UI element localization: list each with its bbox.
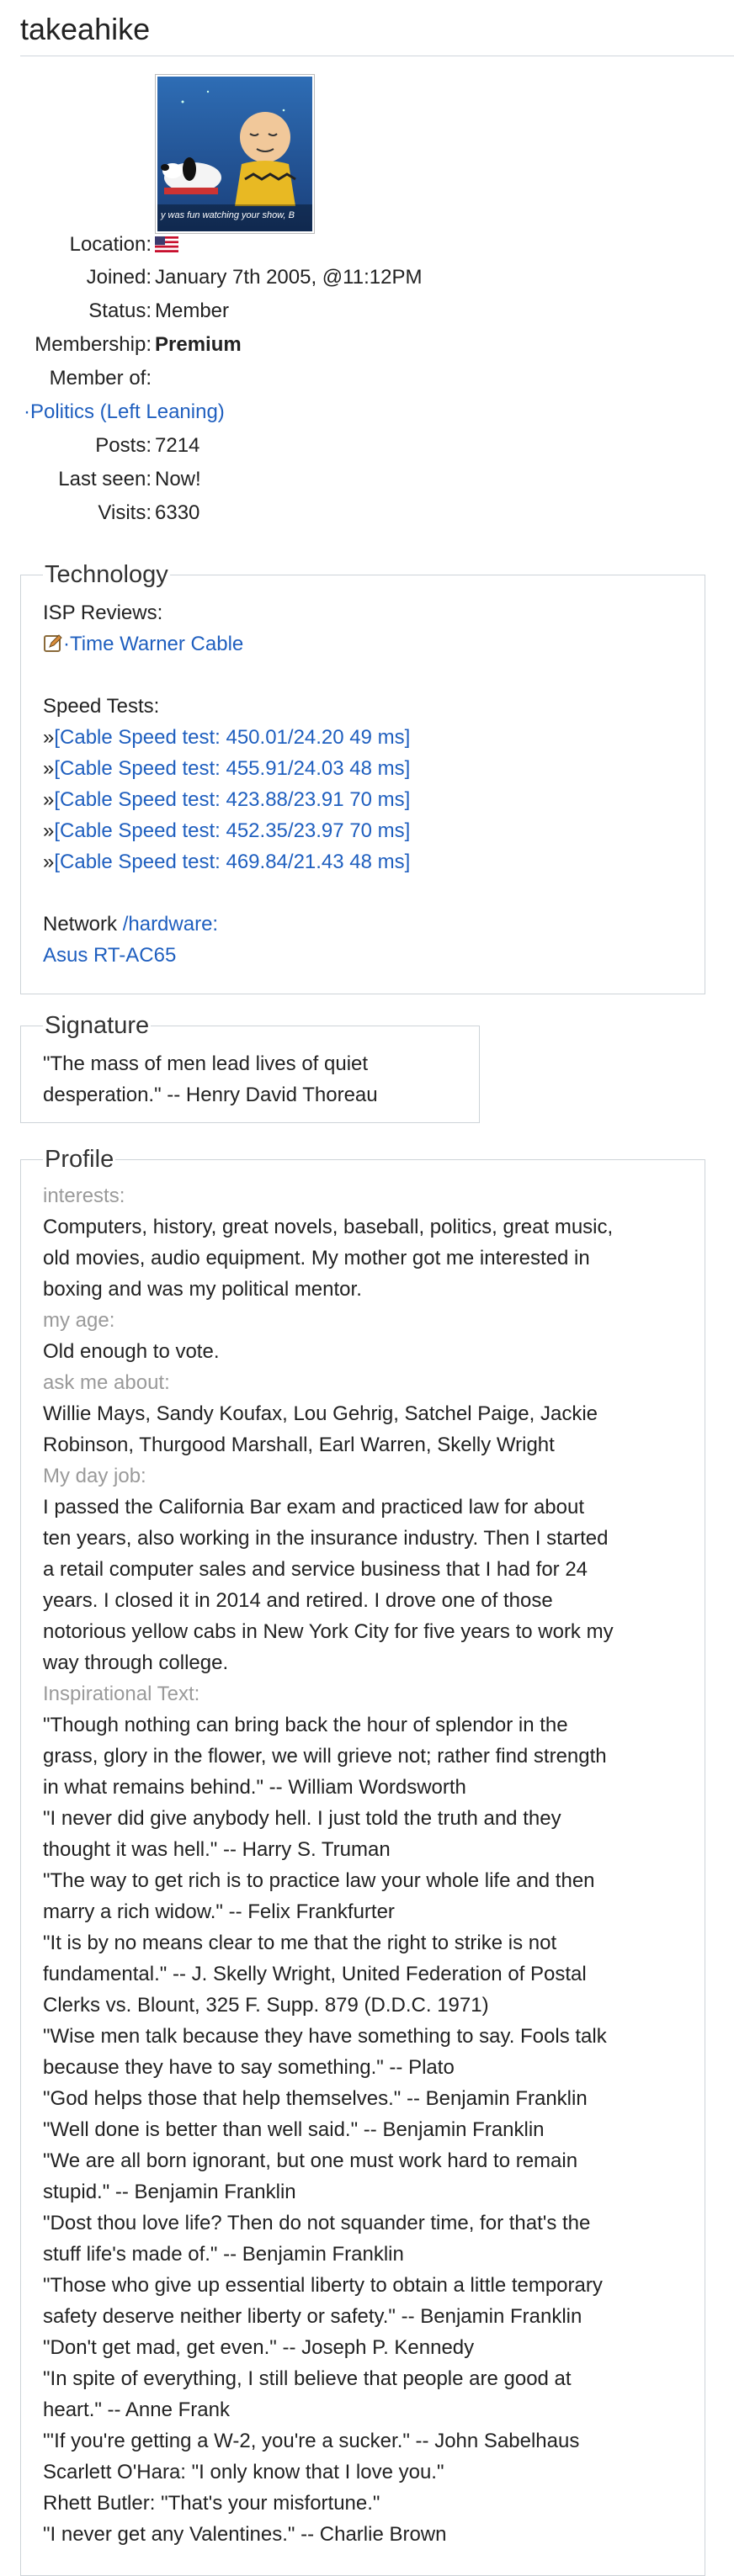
quote-line: "In spite of everything, I still believe…: [43, 2367, 572, 2390]
bullet-arrow-icon: »: [43, 851, 55, 873]
quote-line: marry a rich widow." -- Felix Frankfurte…: [43, 1900, 395, 1923]
membership-label: Membership:: [35, 333, 152, 356]
interests-label: interests:: [43, 1185, 125, 1207]
last-seen-value: Now!: [155, 468, 201, 490]
interests-line: boxing and was my political mentor.: [43, 1278, 362, 1301]
speed-test-list: »[Cable Speed test: 450.01/24.20 49 ms] …: [43, 722, 683, 877]
quote-line: because they have to say something." -- …: [43, 2056, 455, 2079]
speed-test-link[interactable]: [Cable Speed test: 455.91/24.03 48 ms]: [54, 757, 410, 780]
job-line: ten years, also working in the insurance…: [43, 1527, 609, 1550]
job-text: I passed the California Bar exam and pra…: [43, 1492, 683, 1678]
membership-value: Premium: [155, 333, 242, 356]
quote-line: "We are all born ignorant, but one must …: [43, 2149, 578, 2172]
signature-line-1: "The mass of men lead lives of quiet: [43, 1052, 369, 1075]
quote-line: safety deserve neither liberty or safety…: [43, 2305, 582, 2328]
inspirational-label: Inspirational Text:: [43, 1683, 200, 1705]
quote-line: "Wise men talk because they have somethi…: [43, 2025, 607, 2048]
age-value: Old enough to vote.: [43, 1340, 220, 1363]
joined-label: Joined:: [86, 266, 152, 289]
bullet-arrow-icon: »: [43, 757, 55, 780]
ask-line: Willie Mays, Sandy Koufax, Lou Gehrig, S…: [43, 1402, 598, 1425]
posts-value: 7214: [155, 434, 200, 457]
us-flag-icon: [155, 236, 178, 252]
profile-section: Profile interests: Computers, history, g…: [20, 1146, 705, 2576]
username-title: takeahike: [20, 12, 151, 46]
quote-line: Clerks vs. Blount, 325 F. Supp. 879 (D.D…: [43, 1994, 489, 2017]
signature-section: Signature "The mass of men lead lives of…: [20, 1012, 480, 1123]
quote-line: "Those who give up essential liberty to …: [43, 2274, 603, 2297]
bullet-arrow-icon: »: [43, 819, 55, 842]
avatar-image: y was fun watching your show, B: [157, 77, 312, 231]
quote-line: "The way to get rich is to practice law …: [43, 1869, 595, 1892]
last-seen-label: Last seen:: [58, 468, 152, 490]
quote-line: "It is by no means clear to me that the …: [43, 1932, 557, 1954]
speed-test-link[interactable]: [Cable Speed test: 469.84/21.43 48 ms]: [54, 851, 410, 873]
quote-line: "I never get any Valentines." -- Charlie…: [43, 2523, 447, 2546]
quote-line: in what remains behind." -- William Word…: [43, 1776, 466, 1799]
job-label: My day job:: [43, 1465, 146, 1487]
speed-test-item: »[Cable Speed test: 423.88/23.91 70 ms]: [43, 784, 683, 815]
router-link[interactable]: Asus RT-AC65: [43, 944, 176, 967]
quote-line: heart." -- Anne Frank: [43, 2398, 230, 2421]
quote-line: thought it was hell." -- Harry S. Truman: [43, 1838, 391, 1861]
joined-value: January 7th 2005, @11:12PM: [155, 266, 423, 289]
technology-legend: Technology: [45, 561, 168, 588]
profile-legend: Profile: [45, 1146, 114, 1173]
quote-line: Scarlett O'Hara: "I only know that I lov…: [43, 2461, 444, 2483]
visits-value: 6330: [155, 501, 200, 524]
quote-line: Rhett Butler: "That's your misfortune.": [43, 2492, 380, 2515]
hardware-link[interactable]: /hardware:: [123, 913, 218, 936]
isp-reviews-label: ISP Reviews:: [43, 602, 163, 624]
job-line: years. I closed it in 2014 and retired. …: [43, 1589, 553, 1612]
speed-test-item: »[Cable Speed test: 469.84/21.43 48 ms]: [43, 846, 683, 877]
member-group-link[interactable]: ·Politics (Left Leaning): [24, 400, 225, 423]
avatar-caption: y was fun watching your show, B: [160, 210, 295, 220]
quote-line: "God helps those that help themselves." …: [43, 2087, 588, 2110]
network-label: Network: [43, 913, 118, 936]
quote-line: "Dost thou love life? Then do not squand…: [43, 2212, 591, 2234]
isp-review-link[interactable]: ·Time Warner Cable: [63, 633, 243, 655]
location-label: Location:: [69, 233, 152, 256]
ask-line: Robinson, Thurgood Marshall, Earl Warren…: [43, 1434, 555, 1456]
status-value: Member: [155, 299, 230, 322]
age-label: my age:: [43, 1309, 115, 1332]
signature-line-2: desperation." -- Henry David Thoreau: [43, 1084, 378, 1106]
bullet-arrow-icon: »: [43, 726, 55, 749]
ask-text: Willie Mays, Sandy Koufax, Lou Gehrig, S…: [43, 1398, 683, 1460]
inspirational-text: "Though nothing can bring back the hour …: [43, 1709, 683, 2550]
speed-test-link[interactable]: [Cable Speed test: 423.88/23.91 70 ms]: [54, 788, 410, 811]
quote-line: "Well done is better than well said." --…: [43, 2118, 545, 2141]
member-of-label: Member of:: [49, 367, 152, 390]
interests-line: old movies, audio equipment. My mother g…: [43, 1247, 590, 1269]
visits-label: Visits:: [98, 501, 152, 524]
speed-test-link[interactable]: [Cable Speed test: 450.01/24.20 49 ms]: [54, 726, 410, 749]
technology-section: Technology ISP Reviews: ·Time Warner Cab…: [20, 561, 705, 994]
bullet-arrow-icon: »: [43, 788, 55, 811]
review-edit-icon: [44, 633, 62, 652]
signature-legend: Signature: [45, 1012, 150, 1039]
job-line: I passed the California Bar exam and pra…: [43, 1496, 585, 1519]
job-line: notorious yellow cabs in New York City f…: [43, 1620, 614, 1643]
speed-test-link[interactable]: [Cable Speed test: 452.35/23.97 70 ms]: [54, 819, 410, 842]
quote-line: stupid." -- Benjamin Franklin: [43, 2181, 296, 2203]
job-line: a retail computer sales and service busi…: [43, 1558, 588, 1581]
status-label: Status:: [88, 299, 152, 322]
job-line: way through college.: [43, 1651, 229, 1674]
posts-label: Posts:: [95, 434, 152, 457]
quote-line: "Don't get mad, get even." -- Joseph P. …: [43, 2336, 475, 2359]
ask-label: ask me about:: [43, 1371, 170, 1394]
quote-line: "'If you're getting a W-2, you're a suck…: [43, 2430, 580, 2452]
quote-line: fundamental." -- J. Skelly Wright, Unite…: [43, 1963, 587, 1985]
speed-test-item: »[Cable Speed test: 455.91/24.03 48 ms]: [43, 753, 683, 784]
interests-text: Computers, history, great novels, baseba…: [43, 1211, 683, 1305]
avatar: y was fun watching your show, B: [155, 74, 315, 234]
quote-line: grass, glory in the flower, we will grie…: [43, 1745, 607, 1768]
quote-line: "Though nothing can bring back the hour …: [43, 1714, 568, 1736]
quote-line: stuff life's made of." -- Benjamin Frank…: [43, 2243, 404, 2266]
quote-line: "I never did give anybody hell. I just t…: [43, 1807, 561, 1830]
speed-tests-label: Speed Tests:: [43, 695, 160, 718]
interests-line: Computers, history, great novels, baseba…: [43, 1216, 614, 1238]
speed-test-item: »[Cable Speed test: 452.35/23.97 70 ms]: [43, 815, 683, 846]
speed-test-item: »[Cable Speed test: 450.01/24.20 49 ms]: [43, 722, 683, 753]
